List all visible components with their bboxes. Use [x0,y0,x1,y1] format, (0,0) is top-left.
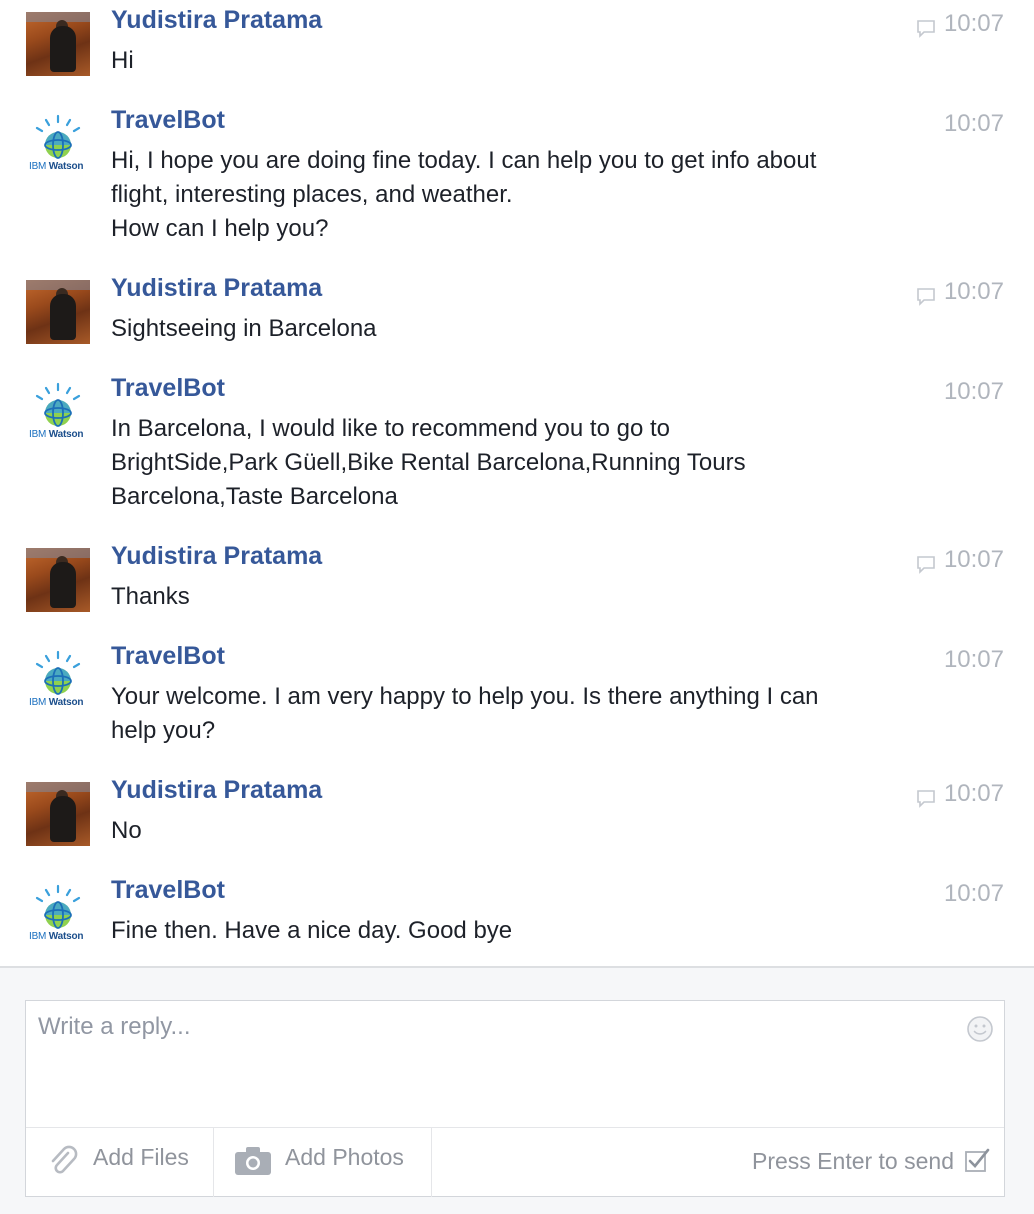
sender-name[interactable]: TravelBot [111,876,225,905]
sender-name[interactable]: Yudistira Pratama [111,274,322,303]
watson-wordmark: IBM Watson [29,429,84,440]
timestamp: 10:07 [943,378,1004,405]
watson-wordmark: IBM Watson [29,161,84,172]
seen-icon [917,20,935,38]
message-text: Thanks [111,583,190,610]
reply-input[interactable] [36,1011,940,1115]
add-files-button[interactable]: Add Files [26,1128,214,1197]
avatar[interactable] [26,12,90,76]
avatar[interactable] [26,782,90,846]
message-text: No [111,817,142,844]
timestamp: 10:07 [943,780,1004,807]
watson-wordmark: IBM Watson [29,931,84,942]
checkbox-checked-icon[interactable] [964,1148,990,1174]
ibm-watson-logo-icon [35,382,81,427]
timestamp: 10:07 [943,110,1004,137]
seen-icon [917,790,935,808]
timestamp: 10:07 [943,278,1004,305]
message-text: Your welcome. I am very happy to help yo… [111,683,819,744]
message-text: Sightseeing in Barcelona [111,315,377,342]
timestamp: 10:07 [943,646,1004,673]
sender-name[interactable]: Yudistira Pratama [111,776,322,805]
timestamp: 10:07 [943,10,1004,37]
message-thread: Yudistira Pratama 10:07 Hi IBM Watson Tr… [0,0,1034,966]
seen-icon [917,556,935,574]
watson-wordmark: IBM Watson [29,697,84,708]
ibm-watson-logo-icon [35,884,81,929]
avatar[interactable]: IBM Watson [26,648,90,712]
avatar[interactable]: IBM Watson [26,380,90,444]
timestamp: 10:07 [943,880,1004,907]
message-text: Hi, I hope you are doing fine today. I c… [111,147,817,242]
timestamp: 10:07 [943,546,1004,573]
sender-name[interactable]: Yudistira Pratama [111,542,322,571]
paperclip-icon [51,1145,78,1174]
sender-name[interactable]: TravelBot [111,374,225,403]
sender-name[interactable]: TravelBot [111,642,225,671]
avatar[interactable] [26,548,90,612]
camera-icon [235,1147,271,1175]
avatar[interactable] [26,280,90,344]
seen-icon [917,288,935,306]
avatar[interactable]: IBM Watson [26,882,90,946]
add-photos-label: Add Photos [285,1144,404,1170]
avatar[interactable]: IBM Watson [26,112,90,176]
add-photos-button[interactable]: Add Photos [214,1128,432,1197]
composer-toolbar: Add Files Add Photos Press Enter to send [26,1127,1004,1197]
ibm-watson-logo-icon [35,650,81,695]
emoji-icon[interactable] [966,1015,994,1043]
message-text: In Barcelona, I would like to recommend … [111,415,746,510]
sender-name[interactable]: Yudistira Pratama [111,6,322,35]
reply-composer: Add Files Add Photos Press Enter to send [25,1000,1005,1197]
ibm-watson-logo-icon [35,114,81,159]
message-text: Hi [111,47,134,74]
sender-name[interactable]: TravelBot [111,106,225,135]
press-enter-label: Press Enter to send [752,1148,954,1174]
add-files-label: Add Files [93,1144,189,1170]
message-text: Fine then. Have a nice day. Good bye [111,917,513,944]
